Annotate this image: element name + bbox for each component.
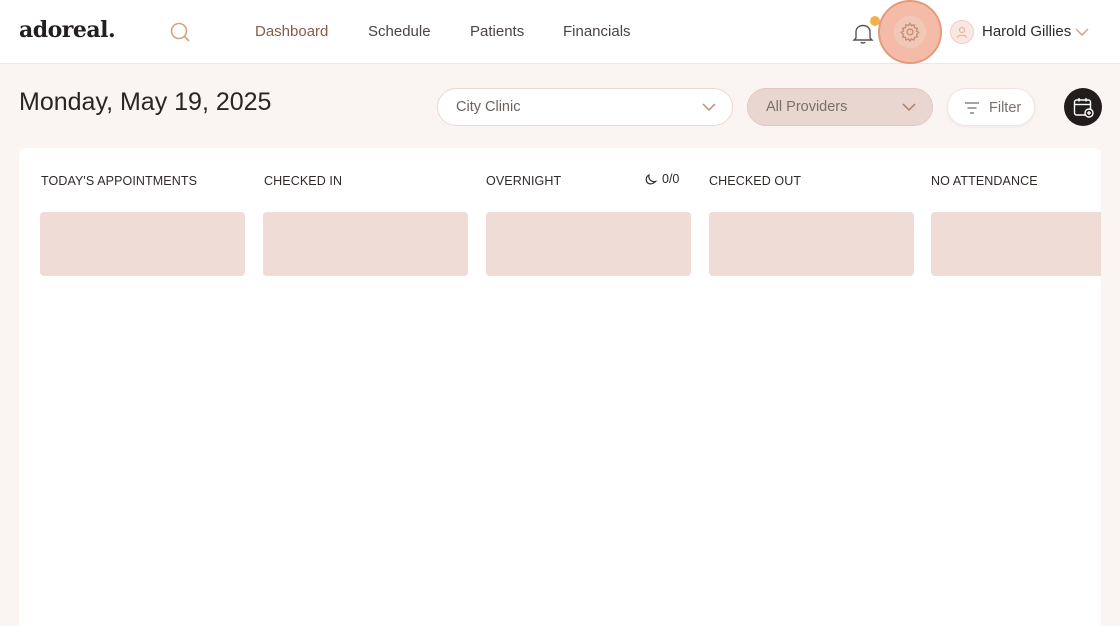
chevron-down-icon <box>902 103 916 112</box>
gear-icon <box>894 16 926 48</box>
provider-select-value: All Providers <box>766 99 848 115</box>
location-select-value: City Clinic <box>456 99 521 115</box>
filter-icon <box>965 102 979 114</box>
overnight-count: 0/0 <box>644 172 679 186</box>
nav-patients[interactable]: Patients <box>470 23 524 40</box>
page-title-date: Monday, May 19, 2025 <box>19 88 272 116</box>
user-menu-name[interactable]: Harold Gillies <box>982 23 1071 40</box>
skeleton-card <box>709 212 914 276</box>
top-nav-bar: adoreal. Dashboard Schedule Patients Fin… <box>0 0 1120 64</box>
skeleton-card <box>486 212 691 276</box>
nav-schedule[interactable]: Schedule <box>368 23 431 40</box>
filter-label: Filter <box>989 100 1022 116</box>
chevron-down-icon <box>702 103 716 112</box>
column-header-checked-out: CHECKED OUT <box>709 174 802 188</box>
chevron-down-icon[interactable] <box>1074 25 1090 37</box>
provider-select[interactable]: All Providers <box>747 88 933 126</box>
nav-dashboard[interactable]: Dashboard <box>255 23 328 40</box>
skeleton-card <box>40 212 245 276</box>
column-header-todays-appointments: TODAY'S APPOINTMENTS <box>41 174 198 188</box>
overnight-badge: 0/0 <box>662 172 680 186</box>
moon-icon <box>645 174 658 185</box>
app-logo[interactable]: adoreal. <box>19 17 116 43</box>
appointments-board: TODAY'S APPOINTMENTS CHECKED IN OVERNIGH… <box>19 148 1101 626</box>
add-appointment-button[interactable] <box>1064 88 1102 126</box>
skeleton-card <box>263 212 468 276</box>
avatar[interactable] <box>950 20 974 44</box>
column-header-checked-in: CHECKED IN <box>264 174 343 188</box>
search-icon[interactable] <box>168 20 192 44</box>
calendar-add-icon <box>1073 98 1094 118</box>
filter-button[interactable]: Filter <box>947 88 1035 126</box>
column-header-overnight: OVERNIGHT <box>486 174 562 188</box>
nav-financials[interactable]: Financials <box>563 23 631 40</box>
column-header-no-attendance: NO ATTENDANCE <box>931 174 1038 188</box>
skeleton-card <box>931 212 1101 276</box>
location-select[interactable]: City Clinic <box>437 88 733 126</box>
settings-button[interactable] <box>878 0 942 64</box>
